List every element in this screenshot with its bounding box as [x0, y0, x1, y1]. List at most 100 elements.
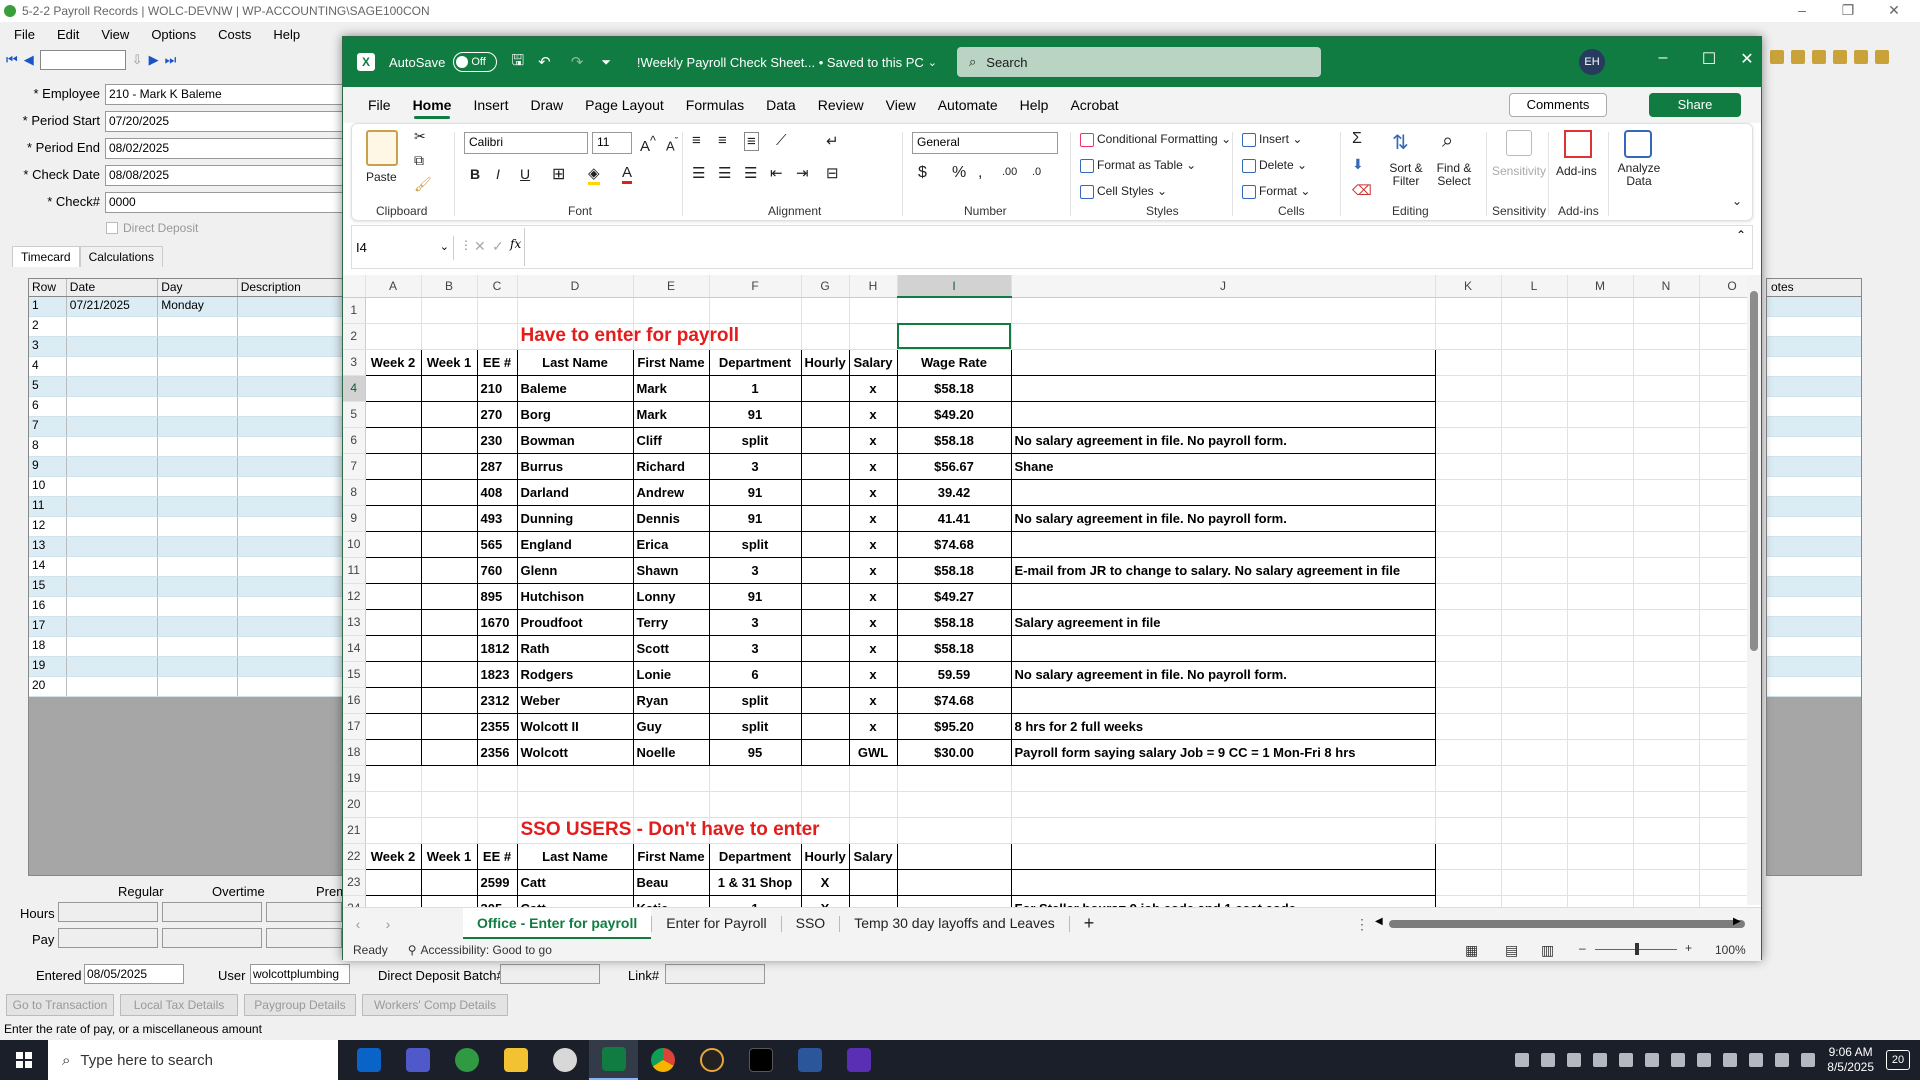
row-date[interactable] [67, 557, 159, 576]
decrease-decimal-icon[interactable]: .0 [1032, 166, 1041, 178]
row-description[interactable] [238, 297, 349, 316]
sheet-cell[interactable] [1501, 713, 1568, 740]
week2-cell[interactable] [364, 868, 422, 896]
menu-costs[interactable]: Costs [218, 27, 251, 42]
row-header[interactable]: 7 [343, 453, 366, 480]
employee-hourly-cell[interactable] [800, 530, 850, 558]
employee-salary-cell[interactable]: x [848, 608, 898, 636]
column-header-f[interactable]: F [709, 275, 802, 298]
sheet-cell[interactable] [1633, 635, 1700, 662]
cut-icon[interactable]: ✂ [414, 128, 426, 145]
employee-rate-cell[interactable]: $49.20 [896, 400, 1012, 428]
sheet-cell[interactable] [1633, 557, 1700, 584]
sheet-cell[interactable] [1699, 869, 1747, 896]
employee-salary-cell[interactable]: x [848, 478, 898, 506]
row-description[interactable] [238, 577, 349, 596]
tray-icon[interactable] [1515, 1053, 1530, 1067]
sheet-cell[interactable] [1567, 817, 1634, 844]
row-date[interactable] [67, 537, 159, 556]
sso-dept-cell[interactable]: 1 [708, 894, 802, 907]
week1-cell[interactable] [420, 608, 478, 636]
sheet-cell[interactable] [1501, 791, 1568, 818]
sheet-cell[interactable] [1699, 375, 1747, 402]
sheet-cell[interactable] [1567, 349, 1634, 376]
sheet-cell[interactable] [1567, 297, 1634, 324]
sso-hourly-cell[interactable]: X [800, 868, 850, 896]
bold-icon[interactable]: B [470, 166, 480, 182]
employee-note-cell[interactable] [1010, 530, 1436, 558]
first-record-icon[interactable]: ⏮ [6, 52, 18, 68]
sheet-cell[interactable] [1699, 713, 1747, 740]
employee-note-cell[interactable] [1010, 582, 1436, 610]
sheet-cell[interactable] [421, 791, 478, 818]
week2-cell[interactable] [364, 556, 422, 584]
tray-icon[interactable] [1619, 1053, 1634, 1067]
employee-last-cell[interactable]: England [516, 530, 634, 558]
sheet-cell[interactable] [709, 765, 802, 792]
grid-row[interactable]: 16 [29, 597, 349, 617]
row-day[interactable] [158, 577, 238, 596]
column-header-k[interactable]: K [1435, 275, 1502, 298]
employee-first-cell[interactable]: Scott [632, 634, 710, 662]
sheet-cell[interactable] [1501, 609, 1568, 636]
row-header[interactable]: 9 [343, 505, 366, 532]
sheet-cell[interactable] [1633, 817, 1700, 844]
employee-rate-cell[interactable]: $58.18 [896, 608, 1012, 636]
toolbar-icon[interactable] [1812, 50, 1826, 64]
sheet-cell[interactable] [1435, 713, 1502, 740]
employee-note-cell[interactable]: Payroll form saying salary Job = 9 CC = … [1010, 738, 1436, 766]
sheet-cell[interactable] [1699, 349, 1747, 376]
employee-rate-cell[interactable]: 39.42 [896, 478, 1012, 506]
employee-hourly-cell[interactable] [800, 556, 850, 584]
accessibility-status[interactable]: Accessibility: Good to go [420, 943, 551, 957]
week1-cell[interactable] [420, 452, 478, 480]
sheet-cell[interactable] [1501, 297, 1568, 324]
font-size-select[interactable]: 11 [592, 132, 632, 154]
notes-row[interactable] [1767, 317, 1861, 337]
row-header[interactable]: 19 [343, 765, 366, 792]
comma-icon[interactable]: , [978, 164, 982, 182]
vertical-scrollbar[interactable] [1747, 275, 1761, 905]
employee-salary-cell[interactable]: x [848, 426, 898, 454]
user-field[interactable]: wolcottplumbing [250, 964, 350, 984]
grid-row[interactable]: 11 [29, 497, 349, 517]
increase-font-icon[interactable]: A^ [640, 134, 656, 155]
employee-ee-cell[interactable]: 1812 [476, 634, 518, 662]
add-sheet-icon[interactable]: + [1070, 908, 1109, 940]
row-description[interactable] [238, 497, 349, 516]
menu-file[interactable]: File [14, 27, 35, 42]
employee-last-cell[interactable]: Proudfoot [516, 608, 634, 636]
notes-row[interactable] [1767, 397, 1861, 417]
sheet-cell[interactable] [1501, 843, 1568, 870]
tab-calculations[interactable]: Calculations [79, 246, 163, 267]
employee-hourly-cell[interactable] [800, 504, 850, 532]
outlook-app[interactable] [344, 1040, 393, 1080]
sheet-cell[interactable] [477, 323, 518, 350]
employee-ee-cell[interactable]: 270 [476, 400, 518, 428]
sheet-cell[interactable] [897, 791, 1012, 818]
employee-rate-cell[interactable]: $58.18 [896, 556, 1012, 584]
tab-formulas[interactable]: Formulas [675, 87, 755, 123]
employee-rate-cell[interactable]: 41.41 [896, 504, 1012, 532]
column-header-l[interactable]: L [1501, 275, 1568, 298]
employee-ee-cell[interactable]: 1823 [476, 660, 518, 688]
row-description[interactable] [238, 477, 349, 496]
row-header[interactable]: 14 [343, 635, 366, 662]
notes-row[interactable] [1767, 577, 1861, 597]
microphone-icon[interactable] [1801, 1053, 1816, 1067]
employee-rate-cell[interactable]: $74.68 [896, 530, 1012, 558]
sheet-cell[interactable] [1435, 323, 1502, 350]
sheet-cell[interactable] [1699, 479, 1747, 506]
employee-ee-cell[interactable]: 408 [476, 478, 518, 506]
sheet-cell[interactable] [1633, 375, 1700, 402]
notes-row[interactable] [1767, 537, 1861, 557]
employee-last-cell[interactable]: Rath [516, 634, 634, 662]
sheet-cell[interactable] [1567, 375, 1634, 402]
more-icon[interactable]: ⋮ [460, 238, 472, 252]
table-header-cell[interactable]: First Name [632, 348, 710, 376]
sheet-cell[interactable] [801, 765, 850, 792]
tab-insert[interactable]: Insert [462, 87, 519, 123]
employee-first-cell[interactable]: Mark [632, 400, 710, 428]
chevron-down-icon[interactable]: ⌄ [440, 240, 449, 253]
underline-icon[interactable]: U [520, 166, 530, 182]
